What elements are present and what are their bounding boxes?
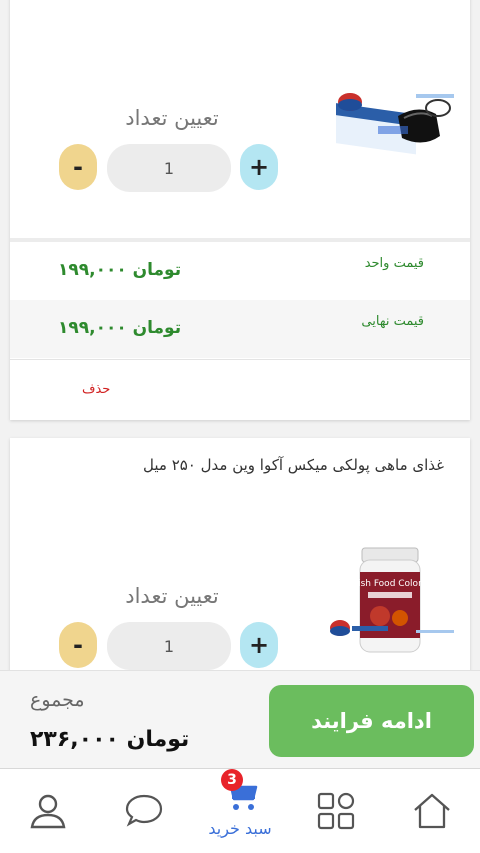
fish-food-jar-image: Fish Food Colors: [330, 547, 454, 653]
nav-cart[interactable]: 3 سبد خرید: [192, 769, 288, 853]
air-pump-image: [336, 93, 454, 155]
unit-price-value: ۱۹۹,۰۰۰ تومان: [58, 260, 182, 280]
categories-icon: [317, 792, 355, 830]
nav-profile[interactable]: [0, 769, 96, 853]
final-price-label: قیمت نهایی: [361, 314, 424, 329]
checkout-summary: مجموع ۲۳۶,۰۰۰ تومان ادامه فرایند: [0, 670, 480, 769]
nav-chat[interactable]: [96, 769, 192, 853]
quantity-label: تعیین تعداد: [125, 584, 219, 608]
product-title[interactable]: غذای ماهی پولکی میکس آکوا وین مدل ۲۵۰ می…: [143, 456, 444, 474]
nav-categories[interactable]: [288, 769, 384, 853]
total-value: ۲۳۶,۰۰۰ تومان: [30, 727, 190, 752]
increase-quantity-button[interactable]: +: [240, 622, 278, 668]
chat-icon: [125, 794, 163, 827]
divider: [10, 359, 470, 360]
increase-quantity-button[interactable]: +: [240, 144, 278, 190]
nav-home[interactable]: [384, 769, 480, 853]
continue-button[interactable]: ادامه فرایند: [269, 685, 474, 757]
nav-cart-label: سبد خرید: [208, 819, 272, 838]
cart-item-card: تعیین تعداد + - قیمت واحد ۱۹۹,۰۰۰ تومان …: [10, 0, 470, 420]
delete-item-link[interactable]: حذف: [82, 382, 110, 397]
quantity-input[interactable]: [107, 144, 231, 192]
final-price-row: قیمت نهایی ۱۹۹,۰۰۰ تومان: [10, 300, 470, 358]
cart-item-card: غذای ماهی پولکی میکس آکوا وین مدل ۲۵۰ می…: [10, 438, 470, 678]
profile-icon: [30, 794, 66, 829]
jar-label-text: Fish Food Colors: [354, 579, 427, 589]
total-label: مجموع: [30, 689, 85, 711]
product-image[interactable]: Fish Food Colors: [328, 546, 458, 656]
unit-price-row: قیمت واحد ۱۹۹,۰۰۰ تومان: [10, 242, 470, 300]
final-price-value: ۱۹۹,۰۰۰ تومان: [58, 318, 182, 338]
product-image[interactable]: [328, 86, 458, 156]
cart-count-badge: 3: [221, 769, 243, 791]
home-icon: [414, 793, 450, 829]
quantity-label: تعیین تعداد: [125, 106, 219, 130]
decrease-quantity-button[interactable]: -: [59, 144, 97, 190]
unit-price-label: قیمت واحد: [364, 256, 424, 271]
quantity-input[interactable]: [107, 622, 231, 670]
decrease-quantity-button[interactable]: -: [59, 622, 97, 668]
bottom-navigation: 3 سبد خرید: [0, 768, 480, 853]
